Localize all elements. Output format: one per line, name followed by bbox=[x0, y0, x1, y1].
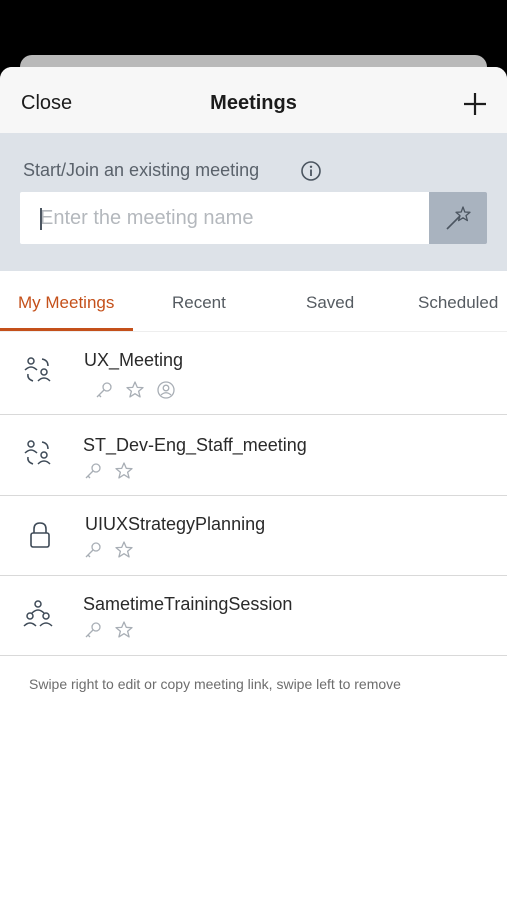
tab-scheduled[interactable]: Scheduled bbox=[418, 293, 498, 313]
meeting-name-input[interactable] bbox=[20, 192, 430, 244]
join-button[interactable] bbox=[429, 192, 487, 244]
meeting-list: UX_Meeting ST_Dev-Eng_Staff_meeting UIUX… bbox=[0, 332, 507, 656]
list-item[interactable]: UX_Meeting bbox=[0, 332, 507, 415]
star-icon[interactable] bbox=[114, 620, 134, 640]
lock-icon bbox=[30, 522, 50, 548]
join-label: Start/Join an existing meeting bbox=[23, 160, 260, 180]
meeting-name: SametimeTrainingSession bbox=[83, 594, 293, 614]
plus-icon[interactable] bbox=[461, 90, 489, 118]
meeting-badges bbox=[83, 461, 134, 481]
meeting-name: UX_Meeting bbox=[84, 350, 184, 370]
page-title: Meetings bbox=[210, 92, 297, 114]
swipe-hint: Swipe right to edit or copy meeting link… bbox=[29, 676, 401, 692]
list-item[interactable]: ST_Dev-Eng_Staff_meeting bbox=[0, 415, 507, 496]
star-icon[interactable] bbox=[114, 540, 134, 560]
key-icon[interactable] bbox=[83, 540, 103, 560]
key-icon[interactable] bbox=[94, 380, 114, 400]
meeting-badges bbox=[83, 620, 134, 640]
list-item[interactable]: UIUXStrategyPlanning bbox=[0, 496, 507, 576]
meeting-badges bbox=[94, 380, 176, 400]
meeting-name-field[interactable] bbox=[20, 192, 430, 244]
key-icon[interactable] bbox=[83, 461, 103, 481]
three-people-icon bbox=[23, 600, 53, 627]
tab-saved[interactable]: Saved bbox=[306, 293, 354, 313]
meeting-tabs: My Meetings Recent Saved Scheduled bbox=[0, 271, 507, 332]
meetings-sheet: Close Meetings Start/Join an existing me… bbox=[0, 67, 507, 900]
key-icon[interactable] bbox=[83, 620, 103, 640]
info-icon[interactable] bbox=[300, 160, 322, 182]
tab-my-meetings[interactable]: My Meetings bbox=[18, 293, 114, 313]
active-tab-indicator bbox=[0, 328, 133, 331]
star-icon[interactable] bbox=[114, 461, 134, 481]
nav-bar: Close Meetings bbox=[0, 67, 507, 133]
list-item[interactable]: SametimeTrainingSession bbox=[0, 576, 507, 656]
magic-wand-icon bbox=[446, 206, 471, 230]
meeting-badges bbox=[83, 540, 134, 560]
meeting-name: UIUXStrategyPlanning bbox=[85, 514, 266, 534]
meeting-name: ST_Dev-Eng_Staff_meeting bbox=[83, 435, 307, 455]
tab-recent[interactable]: Recent bbox=[172, 293, 226, 313]
text-cursor bbox=[40, 208, 42, 230]
people-group-icon bbox=[24, 357, 51, 382]
person-circle-icon[interactable] bbox=[156, 380, 176, 400]
join-meeting-panel: Start/Join an existing meeting bbox=[0, 133, 507, 271]
people-group-icon bbox=[24, 440, 51, 465]
star-icon[interactable] bbox=[125, 380, 145, 400]
